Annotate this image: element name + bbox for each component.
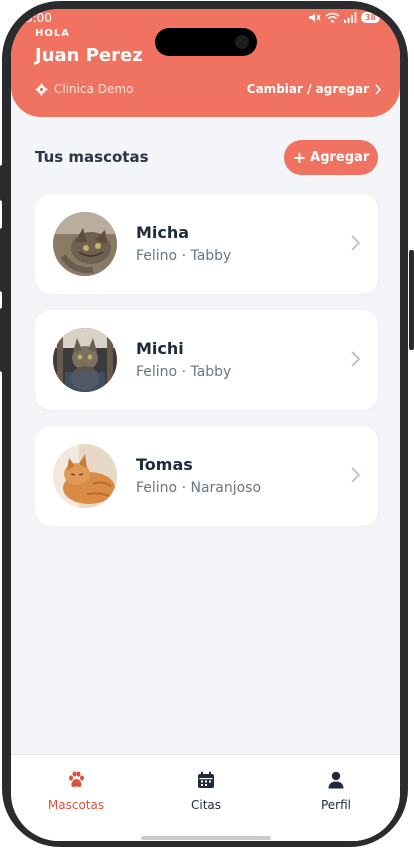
nav-item-perfil[interactable]: Perfil — [286, 770, 386, 812]
volume-up-button — [0, 228, 5, 292]
change-clinic-link[interactable]: Cambiar / agregar — [247, 82, 382, 96]
app-screen: 3:00 38 HOLA Juan Perez Clinica Demo Cam… — [11, 9, 400, 841]
wifi-icon — [325, 12, 340, 23]
plus-icon: + — [292, 147, 307, 167]
bottom-nav: Mascotas Citas Perfil — [11, 754, 400, 841]
change-clinic-label: Cambiar / agregar — [246, 82, 369, 96]
mute-icon — [308, 13, 321, 22]
clinic-selector: Clinica Demo — [35, 82, 133, 96]
paw-icon — [69, 771, 84, 787]
pet-description: Felino · Naranjoso — [136, 480, 262, 496]
pet-card[interactable]: Michi Felino · Tabby — [35, 310, 378, 410]
battery-indicator: 38 — [360, 12, 380, 23]
mute-switch — [0, 165, 5, 201]
dynamic-island — [155, 28, 257, 56]
add-pet-button[interactable]: + Agregar — [284, 140, 378, 175]
user-icon — [328, 771, 344, 789]
chevron-right-icon — [351, 467, 361, 483]
add-pet-label: Agregar — [310, 150, 370, 165]
header: 3:00 38 HOLA Juan Perez Clinica Demo Cam… — [11, 9, 400, 117]
camera-icon — [235, 35, 249, 49]
pet-card[interactable]: Micha Felino · Tabby — [35, 194, 378, 294]
pet-name: Michi — [136, 339, 184, 358]
pet-avatar — [53, 328, 117, 392]
nav-label: Perfil — [320, 798, 352, 812]
pet-card[interactable]: Tomas Felino · Naranjoso — [35, 426, 378, 526]
power-button — [409, 250, 414, 350]
pet-description: Felino · Tabby — [136, 364, 232, 380]
chevron-right-icon — [351, 351, 361, 367]
clinic-name: Clinica Demo — [54, 82, 134, 96]
chevron-right-icon — [375, 83, 382, 95]
nav-label: Mascotas — [47, 798, 105, 812]
volume-down-button — [0, 308, 5, 372]
nav-item-citas[interactable]: Citas — [156, 770, 256, 812]
gear-icon — [35, 83, 48, 95]
pet-name: Micha — [136, 223, 190, 242]
pet-description: Felino · Tabby — [136, 248, 232, 264]
section-title: Tus mascotas — [35, 148, 149, 166]
nav-label: Citas — [190, 798, 222, 812]
calendar-icon — [198, 771, 214, 788]
pet-avatar — [53, 212, 117, 276]
pet-name: Tomas — [136, 455, 193, 474]
signal-icon — [343, 12, 357, 23]
chevron-right-icon — [351, 235, 361, 251]
home-indicator[interactable] — [141, 836, 271, 840]
greeting-label: HOLA — [35, 28, 70, 39]
user-name: Juan Perez — [35, 45, 143, 66]
pet-avatar — [53, 444, 117, 508]
status-time: 3:00 — [25, 11, 52, 25]
nav-item-mascotas[interactable]: Mascotas — [26, 770, 126, 812]
status-icons: 38 — [308, 12, 380, 23]
